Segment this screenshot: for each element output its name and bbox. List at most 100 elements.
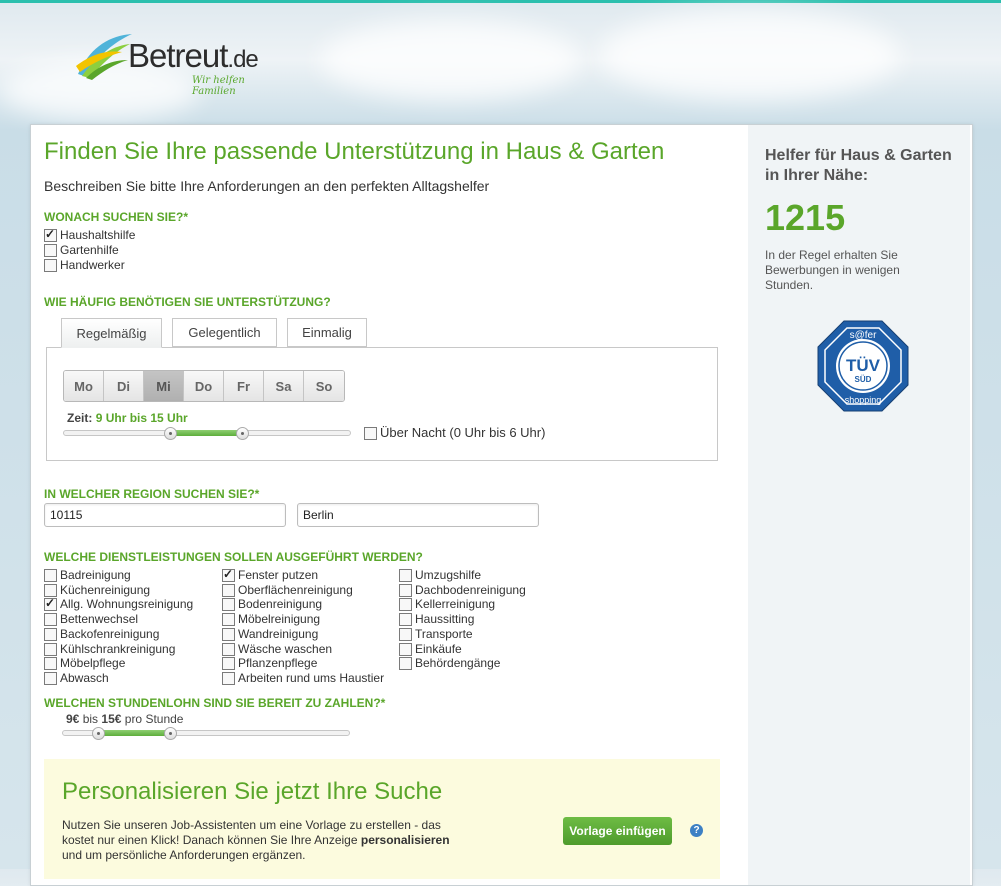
service-checkbox-wasche-waschen[interactable] [222, 642, 235, 656]
wage-readout: 9€ bis 15€ pro Stunde [66, 712, 183, 726]
day-button-so[interactable]: So [304, 371, 344, 401]
insert-template-button[interactable]: Vorlage einfügen [563, 817, 672, 845]
service-checkbox-kellerreinigung[interactable] [399, 598, 412, 612]
helper-count: 1215 [765, 197, 846, 238]
service-checkbox-arbeiten-rund-ums-haustier[interactable] [222, 671, 235, 685]
wage-between: bis [82, 712, 99, 726]
service-checkbox-mobelpflege[interactable] [44, 657, 57, 671]
region-heading: IN WELCHER REGION SUCHEN SIE?* [44, 487, 260, 501]
weekday-selector: Mo Di Mi Do Fr Sa So [63, 370, 345, 402]
day-button-fr[interactable]: Fr [224, 371, 264, 401]
service-label: Oberflächenreinigung [238, 582, 353, 597]
service-checkbox-umzugshilfe[interactable] [399, 569, 412, 582]
service-label: Transporte [415, 626, 473, 641]
service-label: Wäsche waschen [238, 641, 333, 656]
day-button-do[interactable]: Do [184, 371, 224, 401]
background-cloud [320, 20, 580, 100]
postal-code-input[interactable] [44, 503, 286, 527]
service-checkbox-pflanzenpflege[interactable] [222, 657, 235, 671]
service-label: Arbeiten rund ums Haustier [238, 670, 385, 685]
page-subtitle: Beschreiben Sie bitte Ihre Anforderungen… [44, 178, 490, 194]
promo-title: Personalisieren Sie jetzt Ihre Suche [62, 778, 443, 805]
help-icon[interactable]: ? [690, 824, 703, 837]
day-button-sa[interactable]: Sa [264, 371, 304, 401]
logo-swoosh-icon [76, 34, 132, 80]
time-readout: Zeit: 9 Uhr bis 15 Uhr [67, 411, 188, 425]
service-checkbox-einkaufe[interactable] [399, 642, 412, 656]
wage-slider-max-handle[interactable] [164, 727, 177, 740]
promo-text-bold: personalisieren [360, 833, 450, 847]
wage-slider-range [98, 730, 170, 736]
page-title: Finden Sie Ihre passende Unterstützung i… [44, 138, 665, 165]
checkbox-label: Gartenhilfe [60, 243, 119, 257]
services-heading: WELCHE DIENSTLEISTUNGEN SOLLEN AUSGEFÜHR… [44, 550, 423, 564]
wage-unit: pro Stunde [124, 712, 184, 726]
checkbox-gartenhilfe[interactable] [44, 244, 57, 257]
wage-slider-min-handle[interactable] [92, 727, 105, 740]
checkbox-handwerker[interactable] [44, 259, 57, 272]
time-slider-range [170, 430, 242, 436]
time-slider-start-handle[interactable] [164, 427, 177, 440]
time-slider-end-handle[interactable] [236, 427, 249, 440]
tab-einmalig[interactable]: Einmalig [287, 318, 367, 347]
tab-regelmaessig[interactable]: Regelmäßig [61, 318, 162, 348]
tuv-safer-shopping-badge[interactable]: s@fer TÜV SÜD shopping [816, 319, 910, 413]
day-button-mi[interactable]: Mi [144, 371, 184, 401]
day-button-mo[interactable]: Mo [64, 371, 104, 401]
wage-heading: WELCHEN STUNDENLOHN SIND SIE BEREIT ZU Z… [44, 696, 386, 710]
city-input[interactable] [297, 503, 539, 527]
badge-bottom-text: shopping [845, 395, 882, 405]
service-checkbox-mobelreinigung[interactable] [222, 613, 235, 627]
service-checkbox-backofenreinigung[interactable] [44, 627, 57, 641]
service-checkbox-bettenwechsel[interactable] [44, 613, 57, 627]
service-checkbox-kuhlschrankreinigung[interactable] [44, 642, 57, 656]
day-button-di[interactable]: Di [104, 371, 144, 401]
checkbox-label: Haushaltshilfe [60, 228, 136, 242]
frequency-heading: WIE HÄUFIG BENÖTIGEN SIE UNTERSTÜTZUNG? [44, 295, 331, 309]
sidebar-panel [748, 125, 970, 885]
service-label: Möbelpflege [60, 656, 126, 671]
service-checkbox-oberflachenreinigung[interactable] [222, 583, 235, 597]
overnight-checkbox[interactable] [364, 427, 377, 440]
service-label: Badreinigung [60, 568, 131, 582]
betreut-logo[interactable]: Betreut.de Wir helfen Familien [74, 30, 284, 97]
service-label: Dachbodenreinigung [415, 582, 526, 597]
badge-sub-text: SÜD [855, 375, 872, 384]
service-label: Umzugshilfe [415, 568, 482, 582]
service-label: Bodenreinigung [238, 597, 323, 612]
service-label: Bettenwechsel [60, 612, 139, 627]
top-accent-bar [0, 0, 1001, 3]
badge-main-text: TÜV [846, 356, 881, 375]
tab-gelegentlich[interactable]: Gelegentlich [172, 318, 277, 347]
service-label: Backofenreinigung [60, 626, 160, 641]
wage-min: 9€ [66, 712, 80, 726]
service-label: Wandreinigung [238, 626, 319, 641]
badge-top-text: s@fer [850, 330, 877, 341]
service-checkbox-badreinigung[interactable] [44, 569, 57, 582]
service-checkbox-wandreinigung[interactable] [222, 627, 235, 641]
service-label: Kühlschrankreinigung [60, 641, 176, 656]
service-label: Abwasch [60, 670, 109, 685]
service-label: Behördengänge [415, 656, 501, 671]
service-checkbox-dachbodenreinigung[interactable] [399, 583, 412, 597]
service-checkbox-kuchenreinigung[interactable] [44, 583, 57, 597]
service-checkbox-transporte[interactable] [399, 627, 412, 641]
service-label: Möbelreinigung [238, 612, 321, 627]
time-value: 9 Uhr bis 15 Uhr [95, 411, 188, 425]
service-label: Einkäufe [415, 641, 462, 656]
service-checkbox-behordengange[interactable] [399, 657, 412, 671]
service-checkbox-bodenreinigung[interactable] [222, 598, 235, 612]
service-checkbox-haussitting[interactable] [399, 613, 412, 627]
time-label: Zeit: [67, 411, 93, 425]
sidebar-text: In der Regel erhalten Sie Bewerbungen in… [765, 248, 900, 292]
service-label: Kellerreinigung [415, 597, 496, 612]
overnight-label: Über Nacht (0 Uhr bis 6 Uhr) [380, 425, 546, 440]
checkbox-haushaltshilfe[interactable] [44, 227, 57, 242]
service-checkbox-allg-wohnungsreinigung[interactable] [44, 596, 57, 612]
sidebar-title: Helfer für Haus & Garten in Ihrer Nähe: [765, 147, 952, 184]
service-checkbox-fenster-putzen[interactable] [222, 567, 235, 582]
promo-text-part2: und um persönliche Anforderungen ergänze… [62, 848, 306, 862]
service-label: Fenster putzen [238, 568, 319, 582]
logo-tagline: Wir helfen Familien [192, 75, 245, 97]
service-checkbox-abwasch[interactable] [44, 671, 57, 685]
